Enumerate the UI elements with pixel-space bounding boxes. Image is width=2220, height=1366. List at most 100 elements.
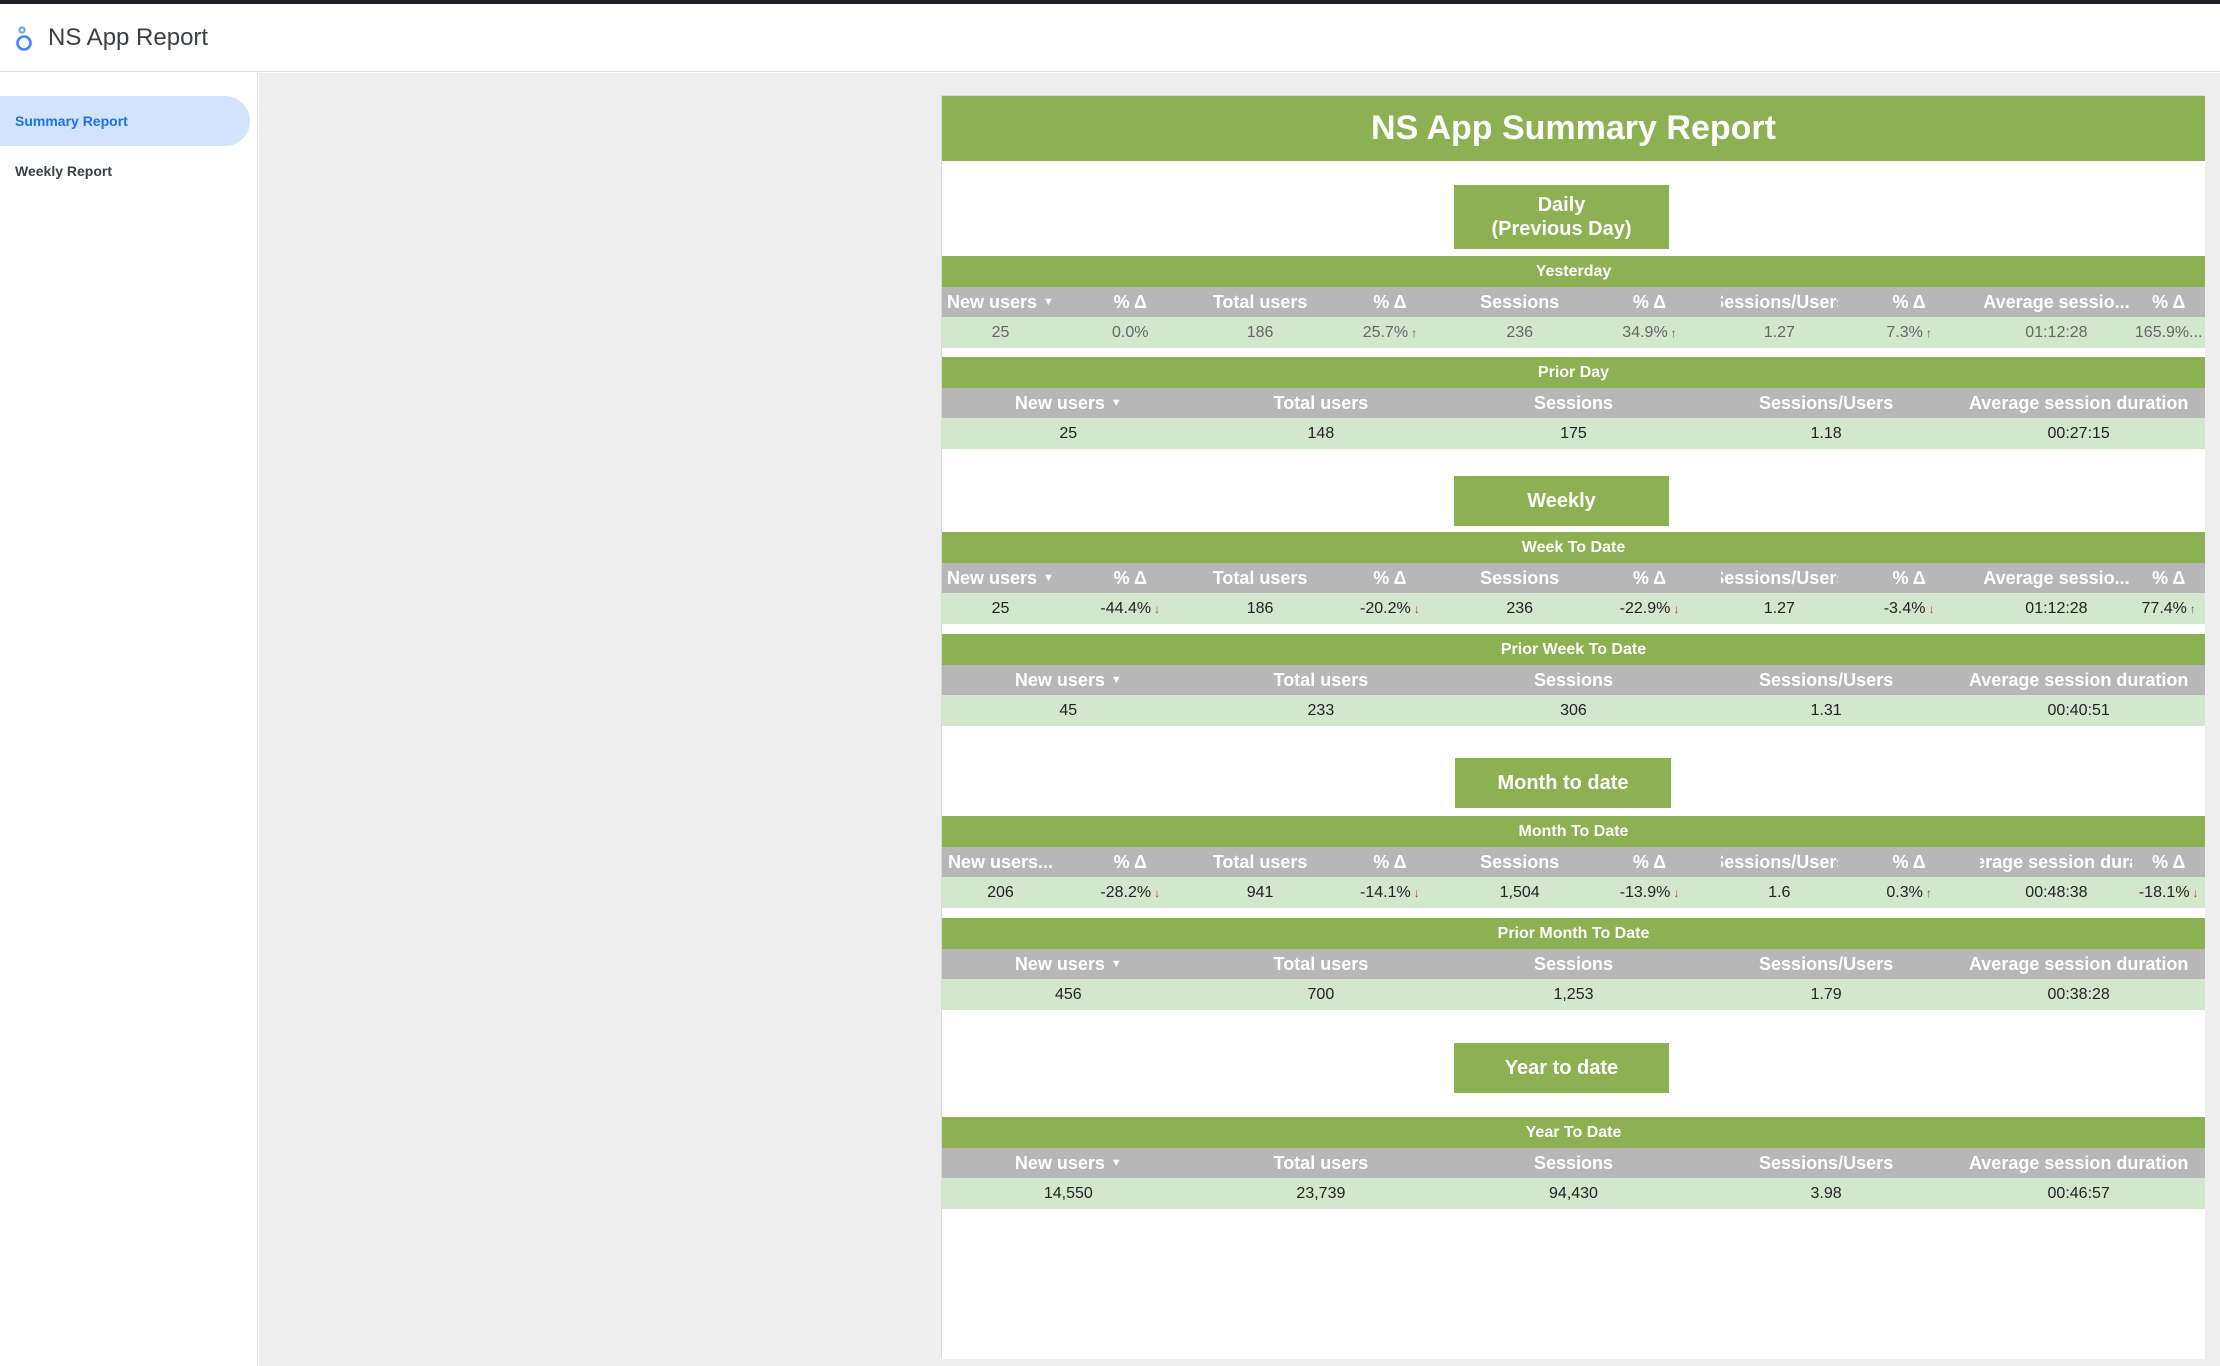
table-cell: 236 [1461, 593, 1578, 624]
column-header-label: % Δ [2152, 851, 2186, 872]
report-title: NS App Summary Report [942, 96, 2205, 161]
table-cell-value: 1.27 [1763, 323, 1795, 341]
column-header: Total users [1195, 949, 1448, 979]
trend-down-icon: ↓ [2192, 885, 2199, 900]
column-header-sortable[interactable]: New users... [942, 847, 1059, 877]
trend-down-icon: ↓ [1928, 601, 1935, 616]
trend-up-icon: ↑ [1411, 325, 1418, 340]
table-row: 206 -28.2% ↓ 941 -14.1% ↓ 1,504 -13.9% ↓ 1.6 0.3% ↑… [942, 877, 2205, 910]
trend-down-icon: ↓ [1154, 885, 1161, 900]
table-cell-value: 00:27:15 [2047, 424, 2110, 442]
table-title: Week To Date [942, 532, 2205, 563]
column-header-sortable[interactable]: New users ▼ [942, 287, 1059, 317]
table-cell: 7.3% ↑ [1838, 317, 1981, 348]
table-prior-week-to-date: Prior Week To Date New users ▼ Total users S… [942, 634, 2205, 728]
sort-descending-icon[interactable]: ▼ [1111, 1157, 1122, 1169]
column-header-label: New users [947, 291, 1038, 312]
sort-descending-icon[interactable]: ▼ [1111, 958, 1122, 970]
column-header: Total users [1195, 665, 1448, 695]
table-cell: -20.2% ↓ [1319, 593, 1462, 624]
column-header: % Δ [1319, 287, 1462, 317]
column-header: % Δ [1578, 287, 1721, 317]
column-header-sortable[interactable]: New users ▼ [942, 563, 1059, 593]
table-cell-value: 25 [991, 323, 1010, 341]
app-header: NS App Report [0, 4, 2220, 72]
table-cell-value: 3.98 [1810, 1184, 1842, 1202]
trend-down-icon: ↓ [1413, 885, 1420, 900]
column-header-label: Average session duration [1968, 953, 2189, 974]
column-header: Sessions [1447, 1148, 1700, 1178]
table-row: 14,550 23,739 94,430 3.98 00:46:57 [942, 1178, 2205, 1211]
column-header-label: % Δ [1632, 851, 1667, 872]
table-cell-value: 1.6 [1768, 883, 1791, 901]
column-header-label: % Δ [1373, 851, 1407, 872]
table-cell-value: 233 [1307, 701, 1335, 719]
column-header-sortable[interactable]: New users ▼ [942, 1148, 1195, 1178]
column-header-label: % Δ [1892, 291, 1926, 312]
column-header: Average session durat... [1980, 847, 2132, 877]
table-cell: 14,550 [942, 1178, 1195, 1209]
column-header-label: % Δ [1373, 291, 1407, 312]
table-cell-value: 1.18 [1810, 424, 1842, 442]
table-header-row: New users ▼ % Δ Total users % Δ Sessions % Δ Se… [942, 563, 2205, 593]
column-header-label: Average session duration [1968, 669, 2189, 690]
column-header: Sessions [1461, 847, 1578, 877]
table-cell: -44.4% ↓ [1059, 593, 1202, 624]
column-header-label: Average session durat... [1980, 851, 2132, 872]
column-header-label: Average sessio... [1983, 567, 2130, 588]
table-header-row: New users ▼ Total users Sessions Sessions/Us… [942, 388, 2205, 418]
table-cell-value: -14.1% [1360, 883, 1411, 901]
report-page: NS App Summary Report Daily (Previous Da… [941, 95, 2205, 1359]
table-row: 25 0.0% 186 25.7% ↑ 236 34.9% ↑ 1.27 7.3% ↑ 01:12:2… [942, 317, 2205, 350]
sort-descending-icon[interactable]: ▼ [1043, 572, 1054, 584]
table-row: 25 -44.4% ↓ 186 -20.2% ↓ 236 -22.9% ↓ 1.27 -3.4% ↓ 0… [942, 593, 2205, 626]
table-year-to-date: Year To Date New users ▼ Total users Session… [942, 1117, 2205, 1211]
looker-studio-logo-icon[interactable] [12, 23, 36, 53]
column-header: % Δ [1578, 563, 1721, 593]
table-cell-value: 236 [1506, 599, 1534, 617]
table-row: 456 700 1,253 1.79 00:38:28 [942, 979, 2205, 1012]
sidebar-item-weekly-report[interactable]: Weekly Report [0, 146, 250, 196]
column-header-label: Sessions [1533, 953, 1613, 974]
column-header-label: New users [947, 567, 1038, 588]
column-header-sortable[interactable]: New users ▼ [942, 388, 1195, 418]
column-header: % Δ [1059, 563, 1202, 593]
table-cell: 00:48:38 [1980, 877, 2132, 908]
table-week-to-date: Week To Date New users ▼ % Δ Total users % Δ S… [942, 532, 2205, 626]
column-header: Sessions/Users [1700, 949, 1953, 979]
table-cell-value: 0.0% [1112, 323, 1149, 341]
sort-descending-icon[interactable]: ▼ [1043, 296, 1054, 308]
column-header-sortable[interactable]: New users ▼ [942, 949, 1195, 979]
sidebar-item-summary-report[interactable]: Summary Report [0, 96, 250, 146]
table-header-row: New users... % Δ Total users % Δ Sessions % Δ… [942, 847, 2205, 877]
column-header: % Δ [1578, 847, 1721, 877]
table-cell: 00:40:51 [1952, 695, 2205, 726]
table-cell: 186 [1202, 317, 1319, 348]
table-cell: 1.27 [1721, 593, 1838, 624]
column-header: Sessions [1461, 563, 1578, 593]
table-cell-value: -18.1% [2138, 883, 2190, 901]
table-cell-value: 77.4% [2141, 599, 2187, 617]
column-header-label: Sessions/Users [1759, 953, 1894, 974]
table-cell: -14.1% ↓ [1319, 877, 1462, 908]
column-header-label: Sessions [1480, 851, 1560, 872]
column-header-label: Sessions [1533, 1152, 1613, 1173]
column-header: Average sessio... [1980, 287, 2132, 317]
trend-up-icon: ↑ [1925, 325, 1932, 340]
section-year-to-date: Year to date [1454, 1043, 1669, 1093]
table-cell: 00:27:15 [1952, 418, 2205, 449]
table-cell-value: 456 [1054, 985, 1082, 1003]
table-row: 25 148 175 1.18 00:27:15 [942, 418, 2205, 451]
table-cell-value: 1,253 [1553, 985, 1594, 1003]
column-header-sortable[interactable]: New users ▼ [942, 665, 1195, 695]
column-header: Sessions/Users [1700, 665, 1953, 695]
table-cell-value: -13.9% [1619, 883, 1671, 901]
column-header: % Δ [2132, 847, 2205, 877]
column-header: Total users [1202, 847, 1319, 877]
sort-descending-icon[interactable]: ▼ [1111, 674, 1122, 686]
column-header-label: Sessions [1533, 669, 1613, 690]
table-cell: -3.4% ↓ [1838, 593, 1981, 624]
table-cell: 0.3% ↑ [1838, 877, 1981, 908]
sort-descending-icon[interactable]: ▼ [1111, 397, 1122, 409]
table-cell-value: 941 [1246, 883, 1274, 901]
